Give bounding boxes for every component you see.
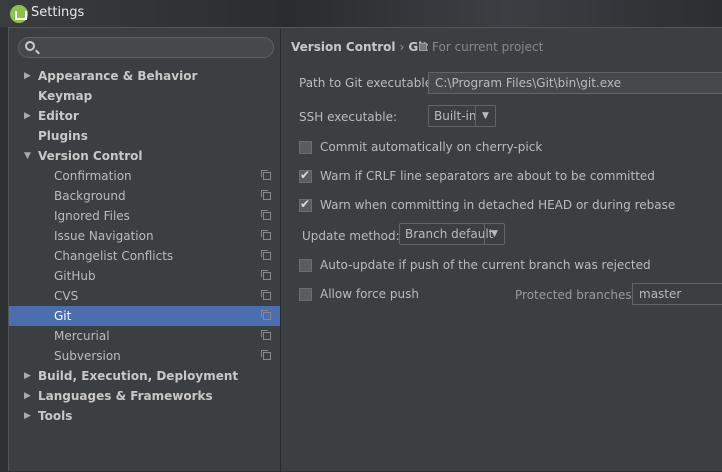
tree-item-label: Keymap <box>38 89 93 103</box>
update-method-value: Branch default <box>405 227 494 241</box>
auto-update-label: Auto-update if push of the current branc… <box>320 258 651 272</box>
tree-item-label: Ignored Files <box>54 209 130 223</box>
checkbox-checked <box>299 197 312 212</box>
tree-item-tools[interactable]: ▶ Tools <box>9 406 280 426</box>
git-path-label: Path to Git executable: <box>299 76 437 90</box>
chevron-down-icon: ▼ <box>475 106 495 126</box>
tree-item-label: Build, Execution, Deployment <box>38 369 239 383</box>
tree-item-label: Git <box>54 309 72 323</box>
tree-item-label: Plugins <box>38 129 88 143</box>
tree-item-subversion[interactable]: Subversion <box>9 346 280 366</box>
android-studio-logo-icon <box>10 5 28 23</box>
project-level-icon <box>261 310 271 320</box>
tree-item-plugins[interactable]: Plugins <box>9 126 280 146</box>
tree-item-cvs[interactable]: CVS <box>9 286 280 306</box>
ssh-select[interactable]: Built-in ▼ <box>428 105 496 127</box>
project-scope-icon <box>419 43 427 51</box>
settings-tree: ▶ Appearance & Behavior Keymap ▶ Editor Plugi… <box>9 66 280 426</box>
tree-item-label: Appearance & Behavior <box>38 69 198 83</box>
update-method-label: Update method: <box>302 229 400 243</box>
crlf-label: Warn if CRLF line separators are about t… <box>320 169 655 183</box>
chevron-right-icon[interactable]: ▶ <box>24 366 31 386</box>
tree-item-languages-frameworks[interactable]: ▶ Languages & Frameworks <box>9 386 280 406</box>
tree-item-label: Mercurial <box>54 329 110 343</box>
chevron-right-icon[interactable]: ▶ <box>24 386 31 406</box>
tree-item-mercurial[interactable]: Mercurial <box>9 326 280 346</box>
tree-item-label: Editor <box>38 109 79 123</box>
checkbox-unchecked <box>299 140 312 154</box>
title-bar: Settings <box>0 0 722 27</box>
crlf-checkbox[interactable]: Warn if CRLF line separators are about t… <box>299 168 655 183</box>
project-level-icon <box>261 350 271 360</box>
project-level-icon <box>261 170 271 180</box>
detached-head-checkbox[interactable]: Warn when committing in detached HEAD or… <box>299 197 676 212</box>
tree-item-label: Version Control <box>38 149 143 163</box>
tree-item-label: Languages & Frameworks <box>38 389 213 403</box>
project-level-icon <box>261 290 271 300</box>
detached-head-label: Warn when committing in detached HEAD or… <box>320 198 676 212</box>
tree-item-changelist-conflicts[interactable]: Changelist Conflicts <box>9 246 280 266</box>
tree-item-issue-navigation[interactable]: Issue Navigation <box>9 226 280 246</box>
chevron-down-icon[interactable]: ▼ <box>24 146 31 166</box>
tree-item-label: GitHub <box>54 269 96 283</box>
tree-item-keymap[interactable]: Keymap <box>9 86 280 106</box>
checkbox-unchecked <box>299 258 312 272</box>
tree-item-label: Background <box>54 189 126 203</box>
tree-item-ignored-files[interactable]: Ignored Files <box>9 206 280 226</box>
settings-sidebar: ▶ Appearance & Behavior Keymap ▶ Editor Plugi… <box>9 28 281 472</box>
tree-item-github[interactable]: GitHub <box>9 266 280 286</box>
breadcrumb-separator: › <box>399 40 405 54</box>
breadcrumb: Version Control›Git <box>291 40 428 54</box>
settings-window: ▶ Appearance & Behavior Keymap ▶ Editor Plugi… <box>8 27 722 472</box>
project-scope: For current project <box>419 40 543 54</box>
force-push-checkbox[interactable]: Allow force push <box>299 287 419 301</box>
ssh-value: Built-in <box>434 109 477 123</box>
project-level-icon <box>261 270 271 280</box>
force-push-label: Allow force push <box>320 287 419 301</box>
tree-item-label: Subversion <box>54 349 121 363</box>
project-level-icon <box>261 210 271 220</box>
tree-item-label: Changelist Conflicts <box>54 249 174 263</box>
search-icon <box>25 41 35 51</box>
tree-item-appearance-behavior[interactable]: ▶ Appearance & Behavior <box>9 66 280 86</box>
checkbox-checked <box>299 168 312 183</box>
window-title: Settings <box>31 5 85 20</box>
chevron-right-icon[interactable]: ▶ <box>24 66 31 86</box>
project-scope-label: For current project <box>432 40 544 54</box>
auto-update-checkbox[interactable]: Auto-update if push of the current branc… <box>299 258 651 272</box>
chevron-right-icon[interactable]: ▶ <box>24 106 31 126</box>
protected-branches-label: Protected branches: <box>515 288 636 302</box>
project-level-icon <box>261 190 271 200</box>
chevron-down-icon: ▼ <box>484 224 504 244</box>
cherry-pick-checkbox[interactable]: Commit automatically on cherry-pick <box>299 140 542 154</box>
git-settings-panel: Version Control›Git For current project … <box>282 28 722 472</box>
tree-item-editor[interactable]: ▶ Editor <box>9 106 280 126</box>
breadcrumb-parent: Version Control <box>291 40 396 54</box>
tree-item-label: CVS <box>54 289 79 303</box>
tree-item-git[interactable]: Git <box>9 306 280 326</box>
tree-item-version-control[interactable]: ▼ Version Control <box>9 146 280 166</box>
tree-item-label: Confirmation <box>54 169 132 183</box>
cherry-pick-label: Commit automatically on cherry-pick <box>320 140 543 154</box>
tree-item-label: Tools <box>38 409 73 423</box>
checkbox-unchecked <box>299 287 312 301</box>
tree-item-label: Issue Navigation <box>54 229 154 243</box>
project-level-icon <box>261 330 271 340</box>
git-path-input[interactable]: C:\Program Files\Git\bin\git.exe <box>428 72 722 94</box>
update-method-select[interactable]: Branch default ▼ <box>399 223 505 245</box>
ssh-label: SSH executable: <box>299 110 397 124</box>
tree-item-background[interactable]: Background <box>9 186 280 206</box>
search-input[interactable] <box>18 37 274 58</box>
project-level-icon <box>261 250 271 260</box>
tree-item-build-execution-deployment[interactable]: ▶ Build, Execution, Deployment <box>9 366 280 386</box>
tree-item-confirmation[interactable]: Confirmation <box>9 166 280 186</box>
chevron-right-icon[interactable]: ▶ <box>24 406 31 426</box>
project-level-icon <box>261 230 271 240</box>
protected-branches-input[interactable]: master <box>632 283 722 305</box>
